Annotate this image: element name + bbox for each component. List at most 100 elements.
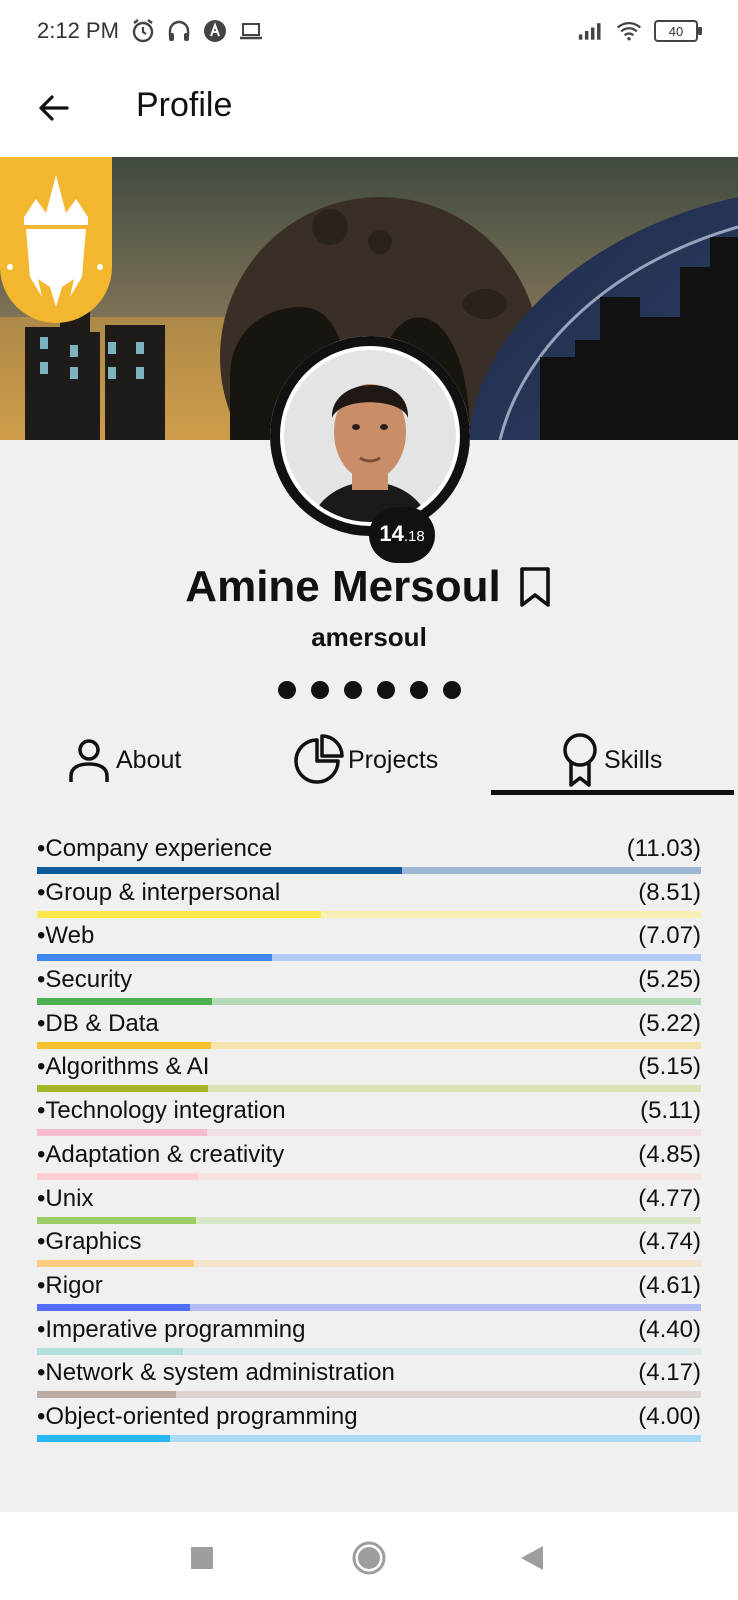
skill-row[interactable]: •DB & Data (5.22) <box>37 1008 701 1052</box>
pager-dot[interactable] <box>277 681 296 699</box>
skill-row[interactable]: •Graphics (4.74) <box>37 1226 701 1270</box>
skill-name: •DB & Data <box>37 1009 159 1037</box>
skill-level: (5.11) <box>640 1097 701 1125</box>
tab-about[interactable]: About <box>66 727 181 793</box>
selected-tab-indicator <box>491 790 734 795</box>
skill-level: (4.85) <box>638 1140 701 1168</box>
skill-progress-track <box>37 954 701 962</box>
skill-level: (5.15) <box>638 1053 701 1081</box>
profile-tabs: About Projects Skills <box>0 727 738 795</box>
skill-name: •Algorithms & AI <box>37 1053 210 1081</box>
tab-skills-label: Skills <box>604 745 663 774</box>
system-back-button[interactable] <box>512 1538 552 1578</box>
skill-progress-fill <box>37 1347 184 1355</box>
skill-name: •Company experience <box>37 835 273 862</box>
skill-level: (4.40) <box>638 1315 701 1343</box>
skill-level: (4.00) <box>638 1402 701 1430</box>
skill-name: •Security <box>37 966 133 994</box>
battery-icon: 40 <box>654 20 702 42</box>
skill-row[interactable]: •Company experience (11.03) <box>37 833 701 877</box>
skill-name: •Imperative programming <box>37 1315 306 1343</box>
skill-row[interactable]: •Unix (4.77) <box>37 1183 701 1227</box>
pager-dot[interactable] <box>310 681 329 699</box>
headphones-icon <box>166 18 192 44</box>
app-bar: Profile <box>0 66 738 157</box>
skill-row[interactable]: •Object-oriented programming (4.00) <box>37 1401 701 1445</box>
skill-progress-fill <box>37 1041 211 1049</box>
skill-row[interactable]: •Group & interpersonal (8.51) <box>37 877 701 921</box>
skill-name: •Web <box>37 922 95 950</box>
pager-dot[interactable] <box>376 681 395 699</box>
user-full-name: Amine Mersoul <box>185 562 501 611</box>
skill-level: (4.77) <box>638 1184 701 1212</box>
skill-progress-fill <box>37 1129 207 1137</box>
laptop-icon <box>238 18 264 44</box>
skill-progress-track <box>37 1434 701 1442</box>
skill-row[interactable]: •Technology integration (5.11) <box>37 1095 701 1139</box>
pager-dots <box>0 681 738 699</box>
pager-dot[interactable] <box>409 681 428 699</box>
skill-progress-fill <box>37 867 403 874</box>
arrow-left-icon <box>39 95 69 121</box>
pager-dot[interactable] <box>442 681 461 699</box>
skill-row[interactable]: •Rigor (4.61) <box>37 1270 701 1314</box>
skill-progress-track <box>37 1041 701 1049</box>
skill-progress-fill <box>37 954 273 962</box>
skill-progress-fill <box>37 1172 199 1180</box>
tab-skills[interactable]: Skills <box>560 727 662 793</box>
status-time: 2:12 PM <box>37 18 119 43</box>
skill-level: (4.74) <box>638 1228 701 1256</box>
skill-row[interactable]: •Imperative programming (4.40) <box>37 1314 701 1358</box>
skill-progress-fill <box>37 1085 209 1093</box>
skill-name: •Unix <box>37 1184 94 1212</box>
skill-name: •Group & interpersonal <box>37 878 281 906</box>
award-ribbon-icon <box>563 733 597 787</box>
skill-row[interactable]: •Web (7.07) <box>37 920 701 964</box>
skill-progress-track <box>37 867 701 874</box>
skill-row[interactable]: •Security (5.25) <box>37 964 701 1008</box>
skill-level: (4.61) <box>638 1271 701 1299</box>
skill-row[interactable]: •Adaptation & creativity (4.85) <box>37 1139 701 1183</box>
skill-progress-track <box>37 1260 701 1268</box>
status-bar: 2:12 PM 40 <box>0 0 738 66</box>
skill-row[interactable]: •Network & system administration (4.17) <box>37 1357 701 1401</box>
skill-progress-fill <box>37 1391 176 1399</box>
skill-row[interactable]: •Algorithms & AI (5.15) <box>37 1051 701 1095</box>
tab-about-label: About <box>116 745 182 774</box>
skill-name: •Graphics <box>37 1228 142 1256</box>
skill-progress-track <box>37 1303 701 1311</box>
pager-dot[interactable] <box>343 681 362 699</box>
level-decimal: .18 <box>403 528 425 545</box>
skill-progress-fill <box>37 1216 196 1224</box>
back-button[interactable] <box>30 84 78 132</box>
status-icons-left <box>130 18 264 44</box>
skill-progress-fill <box>37 1260 195 1268</box>
skill-progress-track <box>37 1172 701 1180</box>
recents-button[interactable] <box>182 1538 222 1578</box>
skill-progress-track <box>37 1216 701 1224</box>
avatar[interactable] <box>266 332 474 540</box>
user-login: amersoul <box>311 622 427 652</box>
skill-progress-track <box>37 910 701 918</box>
skill-progress-track <box>37 1347 701 1355</box>
skill-level: (5.22) <box>638 1009 701 1037</box>
skill-name: •Object-oriented programming <box>37 1402 358 1430</box>
tab-projects-label: Projects <box>348 745 439 774</box>
status-icons-right: 40 <box>578 18 702 44</box>
pie-chart-icon <box>294 734 344 784</box>
bookmark-icon[interactable] <box>517 565 553 609</box>
alarm-icon <box>130 18 156 44</box>
person-icon <box>69 739 109 782</box>
tab-projects[interactable]: Projects <box>292 727 438 793</box>
skill-progress-track <box>37 1391 701 1399</box>
skill-progress-fill <box>37 998 212 1006</box>
home-button[interactable] <box>349 1538 389 1578</box>
skill-level: (4.17) <box>638 1359 701 1387</box>
system-nav-bar <box>0 1512 738 1600</box>
skill-level: (11.03) <box>626 835 701 862</box>
skill-progress-track <box>37 1129 701 1137</box>
coalition-crown-icon <box>0 157 112 327</box>
skill-level: (7.07) <box>638 922 701 950</box>
skill-progress-fill <box>37 910 321 918</box>
skill-progress-fill <box>37 1303 191 1311</box>
